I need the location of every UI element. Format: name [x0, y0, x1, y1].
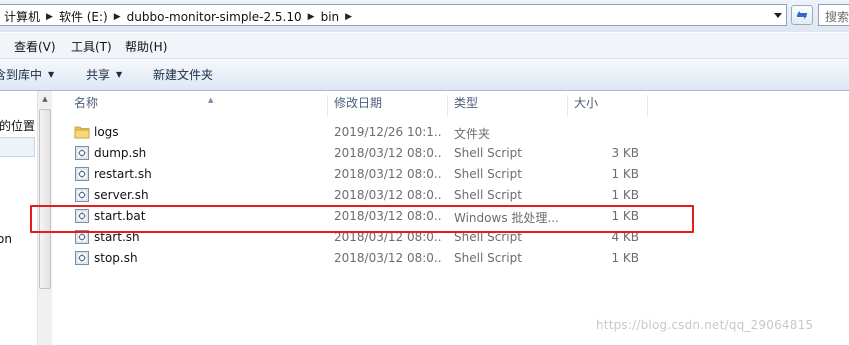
scroll-up-arrow-icon[interactable]: ▲: [38, 91, 52, 107]
breadcrumb-current[interactable]: bin: [321, 10, 340, 24]
caret-down-icon: ▼: [48, 70, 55, 79]
menu-tools[interactable]: 工具(T): [71, 38, 112, 55]
caret-down-icon: ▼: [116, 70, 123, 79]
refresh-icon: [797, 11, 807, 19]
breadcrumb: 计算机 ▶ 软件 (E:) ▶ dubbo-monitor-simple-2.5…: [4, 8, 358, 25]
address-bar[interactable]: 计算机 ▶ 软件 (E:) ▶ dubbo-monitor-simple-2.5…: [0, 4, 787, 26]
address-bar-row: 计算机 ▶ 软件 (E:) ▶ dubbo-monitor-simple-2.5…: [0, 0, 849, 32]
menu-view[interactable]: 查看(V): [14, 38, 56, 55]
sort-ascending-icon: ▲: [208, 96, 214, 104]
column-name-label: 名称: [74, 96, 99, 110]
file-modified: 2019/12/26 10:1...: [334, 125, 442, 139]
folder-icon: [74, 126, 90, 139]
file-name: stop.sh: [94, 251, 138, 265]
file-modified: 2018/03/12 08:0...: [334, 188, 442, 202]
watermark-text: https://blog.csdn.net/qq_29064815: [596, 318, 814, 332]
file-name: dump.sh: [94, 146, 147, 160]
file-size: 1 KB: [611, 251, 639, 265]
script-file-icon: [75, 167, 89, 181]
file-row-stop-sh[interactable]: stop.sh 2018/03/12 08:0... Shell Script …: [72, 248, 832, 269]
menu-help[interactable]: 帮助(H): [125, 38, 167, 55]
file-type: Shell Script: [454, 251, 522, 265]
new-folder-button[interactable]: 新建文件夹: [153, 66, 213, 83]
column-header-modified[interactable]: 修改日期: [328, 95, 448, 117]
breadcrumb-drive[interactable]: 软件 (E:): [59, 8, 108, 25]
file-modified: 2018/03/12 08:0...: [334, 146, 442, 160]
file-row-restart-sh[interactable]: restart.sh 2018/03/12 08:0... Shell Scri…: [72, 164, 832, 185]
scrollbar-thumb[interactable]: [39, 109, 51, 289]
script-file-icon: [75, 146, 89, 160]
share-label: 共享: [86, 68, 111, 82]
breadcrumb-folder[interactable]: dubbo-monitor-simple-2.5.10: [127, 10, 302, 24]
column-type-label: 类型: [454, 96, 479, 110]
column-modified-label: 修改日期: [334, 96, 383, 110]
search-placeholder: 搜索: [825, 10, 849, 24]
file-modified: 2018/03/12 08:0...: [334, 251, 442, 265]
file-type: Shell Script: [454, 188, 522, 202]
file-size: 1 KB: [611, 188, 639, 202]
file-name: server.sh: [94, 188, 149, 202]
nav-item-partial[interactable]: on: [0, 232, 12, 246]
file-size: 3 KB: [611, 146, 639, 160]
column-header-name[interactable]: ▲ 名称: [68, 95, 328, 117]
file-name: restart.sh: [94, 167, 152, 181]
file-row-server-sh[interactable]: server.sh 2018/03/12 08:0... Shell Scrip…: [72, 185, 832, 206]
column-size-label: 大小: [574, 96, 599, 110]
include-in-library-label: 含到库中: [0, 68, 43, 82]
search-input[interactable]: 搜索: [818, 4, 849, 26]
highlight-annotation-box: [30, 205, 694, 233]
chevron-right-icon[interactable]: ▶: [46, 12, 53, 22]
script-file-icon: [75, 188, 89, 202]
chevron-down-icon: [774, 12, 782, 18]
column-header-size[interactable]: 大小: [568, 95, 648, 117]
breadcrumb-computer[interactable]: 计算机: [4, 8, 40, 25]
chevron-right-icon[interactable]: ▶: [114, 12, 121, 22]
file-row-dump-sh[interactable]: dump.sh 2018/03/12 08:0... Shell Script …: [72, 143, 832, 164]
file-name: logs: [94, 125, 119, 139]
file-row-logs[interactable]: logs 2019/12/26 10:1... 文件夹: [72, 122, 832, 143]
address-dropdown-button[interactable]: [770, 5, 786, 25]
new-folder-label: 新建文件夹: [153, 68, 214, 82]
column-header-type[interactable]: 类型: [448, 95, 568, 117]
chevron-right-icon[interactable]: ▶: [345, 12, 352, 22]
command-toolbar: 含到库中 ▼ 共享 ▼ 新建文件夹: [0, 59, 849, 91]
file-size: 1 KB: [611, 167, 639, 181]
file-type: Shell Script: [454, 167, 522, 181]
chevron-right-icon[interactable]: ▶: [308, 12, 315, 22]
share-button[interactable]: 共享 ▼: [86, 66, 122, 83]
refresh-button[interactable]: [791, 5, 813, 25]
file-type: 文件夹: [454, 127, 491, 141]
include-in-library-button[interactable]: 含到库中 ▼: [0, 66, 54, 83]
file-modified: 2018/03/12 08:0...: [334, 167, 442, 181]
menu-bar: 查看(V) 工具(T) 帮助(H): [0, 33, 849, 59]
script-file-icon: [75, 251, 89, 265]
nav-item-selected[interactable]: [0, 137, 35, 157]
nav-item-recent-places[interactable]: 的位置: [0, 117, 35, 134]
file-type: Shell Script: [454, 146, 522, 160]
